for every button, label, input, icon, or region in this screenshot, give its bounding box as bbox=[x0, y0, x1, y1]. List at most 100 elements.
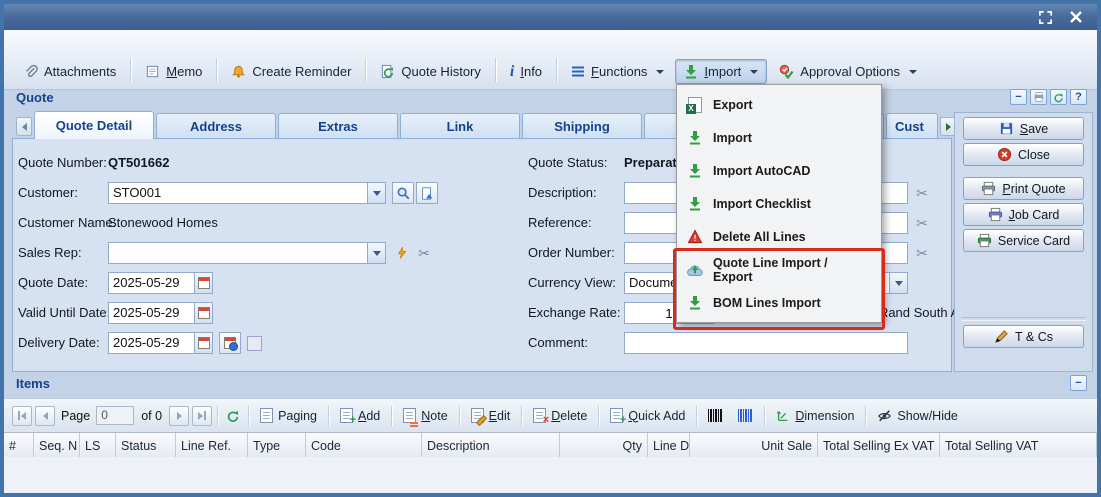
pager-last-button[interactable] bbox=[192, 406, 212, 426]
print-panel-icon[interactable] bbox=[1030, 89, 1047, 105]
customer-combo[interactable]: STO001 bbox=[108, 182, 386, 204]
column-header[interactable]: LS bbox=[80, 433, 116, 458]
delete-button[interactable]: × Delete bbox=[527, 405, 593, 426]
column-header[interactable]: Seq. N bbox=[34, 433, 80, 458]
quote-date-picker[interactable]: 2025-05-29 bbox=[108, 272, 213, 294]
print-quote-button[interactable]: Print Quote bbox=[963, 177, 1084, 200]
customer-search-button[interactable] bbox=[392, 182, 414, 204]
job-card-button[interactable]: Job Card bbox=[963, 203, 1084, 226]
refresh-button[interactable] bbox=[223, 406, 243, 426]
sales-rep-assign-button[interactable] bbox=[392, 242, 412, 264]
help-icon[interactable]: ? bbox=[1070, 89, 1087, 105]
toolbar-separator bbox=[764, 406, 765, 426]
dimension-icon bbox=[776, 409, 790, 423]
save-button[interactable]: Save bbox=[963, 117, 1084, 140]
menu-item-import[interactable]: Import bbox=[680, 121, 878, 154]
column-header[interactable]: Total Selling Ex VAT bbox=[818, 433, 940, 458]
refresh-panel-icon[interactable] bbox=[1050, 89, 1067, 105]
barcode-blue-button[interactable] bbox=[732, 406, 759, 425]
currency-view-dropdown-button[interactable] bbox=[889, 273, 907, 293]
column-header[interactable]: Type bbox=[248, 433, 306, 458]
tab-label: Quote Detail bbox=[56, 118, 133, 133]
paperclip-icon bbox=[23, 64, 38, 79]
save-icon bbox=[999, 121, 1014, 136]
comment-input[interactable] bbox=[624, 332, 908, 354]
dimension-button[interactable]: Dimension bbox=[770, 406, 860, 426]
delivery-date-calendar-button[interactable] bbox=[194, 333, 212, 353]
pager-first-button[interactable] bbox=[12, 406, 32, 426]
fullscreen-icon[interactable] bbox=[1038, 10, 1053, 25]
delivery-date-checkbox[interactable] bbox=[247, 336, 262, 351]
tab-label: Shipping bbox=[554, 119, 610, 134]
memo-button[interactable]: Memo bbox=[136, 59, 211, 84]
note-button[interactable]: Note bbox=[397, 405, 453, 426]
reference-tools-button[interactable]: ✂ bbox=[912, 212, 932, 234]
bar-icon bbox=[18, 411, 20, 420]
show-hide-button[interactable]: Show/Hide bbox=[871, 406, 963, 426]
valid-until-calendar-button[interactable] bbox=[194, 303, 212, 323]
column-header[interactable]: Total Selling VAT bbox=[940, 433, 1097, 458]
info-button[interactable]: i Info bbox=[501, 59, 551, 84]
tab-extras[interactable]: Extras bbox=[278, 113, 398, 139]
tab-scroll-left-button[interactable] bbox=[16, 117, 32, 136]
menu-item-delete-all-lines[interactable]: ! Delete All Lines bbox=[680, 220, 878, 253]
column-header[interactable]: Status bbox=[116, 433, 176, 458]
quote-date-calendar-button[interactable] bbox=[194, 273, 212, 293]
approval-options-button[interactable]: Approval Options bbox=[769, 59, 926, 84]
tab-customer[interactable]: Cust bbox=[886, 113, 938, 139]
collapse-panel-icon[interactable]: − bbox=[1010, 89, 1027, 105]
order-number-tools-button[interactable]: ✂ bbox=[912, 242, 932, 264]
tab-quote-detail[interactable]: Quote Detail bbox=[34, 111, 154, 139]
column-header[interactable]: Unit Sale bbox=[690, 433, 818, 458]
tcs-button[interactable]: T & Cs bbox=[963, 325, 1084, 348]
eye-slash-icon bbox=[877, 409, 892, 423]
close-button[interactable]: Close bbox=[963, 143, 1084, 166]
tab-link[interactable]: Link bbox=[400, 113, 520, 139]
exchange-rate-label: Exchange Rate: bbox=[528, 302, 621, 324]
customer-lookup-button[interactable] bbox=[416, 182, 438, 204]
import-arrow-icon bbox=[684, 64, 698, 79]
sales-rep-combo[interactable] bbox=[108, 242, 386, 264]
sales-rep-tools-button[interactable]: ✂ bbox=[414, 242, 434, 264]
attachments-button[interactable]: Attachments bbox=[14, 59, 125, 84]
column-header[interactable]: # bbox=[4, 433, 34, 458]
menu-item-import-checklist[interactable]: Import Checklist bbox=[680, 187, 878, 220]
add-button[interactable]: + Add bbox=[334, 405, 386, 426]
pager-page-input[interactable]: 0 bbox=[96, 406, 134, 425]
description-tools-button[interactable]: ✂ bbox=[912, 182, 932, 204]
delivery-date-picker[interactable]: 2025-05-29 bbox=[108, 332, 213, 354]
sales-rep-dropdown-button[interactable] bbox=[367, 243, 385, 263]
service-card-button[interactable]: Service Card bbox=[963, 229, 1084, 252]
menu-item-label: Delete All Lines bbox=[713, 230, 806, 244]
menu-item-import-autocad[interactable]: Import AutoCAD bbox=[680, 154, 878, 187]
paging-button[interactable]: Paging bbox=[254, 405, 323, 426]
tab-address[interactable]: Address bbox=[156, 113, 276, 139]
items-collapse-icon[interactable]: − bbox=[1070, 375, 1087, 391]
barcode-button[interactable] bbox=[702, 406, 729, 425]
import-button[interactable]: Import bbox=[675, 59, 767, 84]
quote-history-label: Quote History bbox=[401, 64, 480, 79]
valid-until-date-picker[interactable]: 2025-05-29 bbox=[108, 302, 213, 324]
quote-history-button[interactable]: Quote History bbox=[371, 59, 489, 84]
column-header[interactable]: Qty bbox=[560, 433, 648, 458]
pager-next-button[interactable] bbox=[169, 406, 189, 426]
column-header[interactable]: Line Ref. bbox=[176, 433, 248, 458]
tab-shipping[interactable]: Shipping bbox=[522, 113, 642, 139]
edit-button[interactable]: Edit bbox=[465, 405, 517, 426]
delivery-schedule-button[interactable] bbox=[219, 332, 241, 354]
create-reminder-button[interactable]: Create Reminder bbox=[222, 59, 360, 84]
functions-button[interactable]: Functions bbox=[562, 59, 673, 84]
quick-add-button[interactable]: + Quick Add bbox=[604, 405, 691, 426]
window-close-icon[interactable] bbox=[1069, 10, 1083, 24]
column-header[interactable]: Description bbox=[422, 433, 560, 458]
pager-prev-button[interactable] bbox=[35, 406, 55, 426]
menu-item-export[interactable]: Export bbox=[680, 88, 878, 121]
delivery-date-value: 2025-05-29 bbox=[109, 333, 194, 353]
customer-dropdown-button[interactable] bbox=[367, 183, 385, 203]
menu-item-bom-lines-import[interactable]: BOM Lines Import bbox=[680, 286, 878, 319]
column-header[interactable]: Code bbox=[306, 433, 422, 458]
menu-item-quote-line-import-export[interactable]: Quote Line Import / Export bbox=[680, 253, 878, 286]
attachments-label: Attachments bbox=[44, 64, 116, 79]
items-table-body[interactable] bbox=[4, 457, 1097, 493]
column-header[interactable]: Line Dis bbox=[648, 433, 690, 458]
